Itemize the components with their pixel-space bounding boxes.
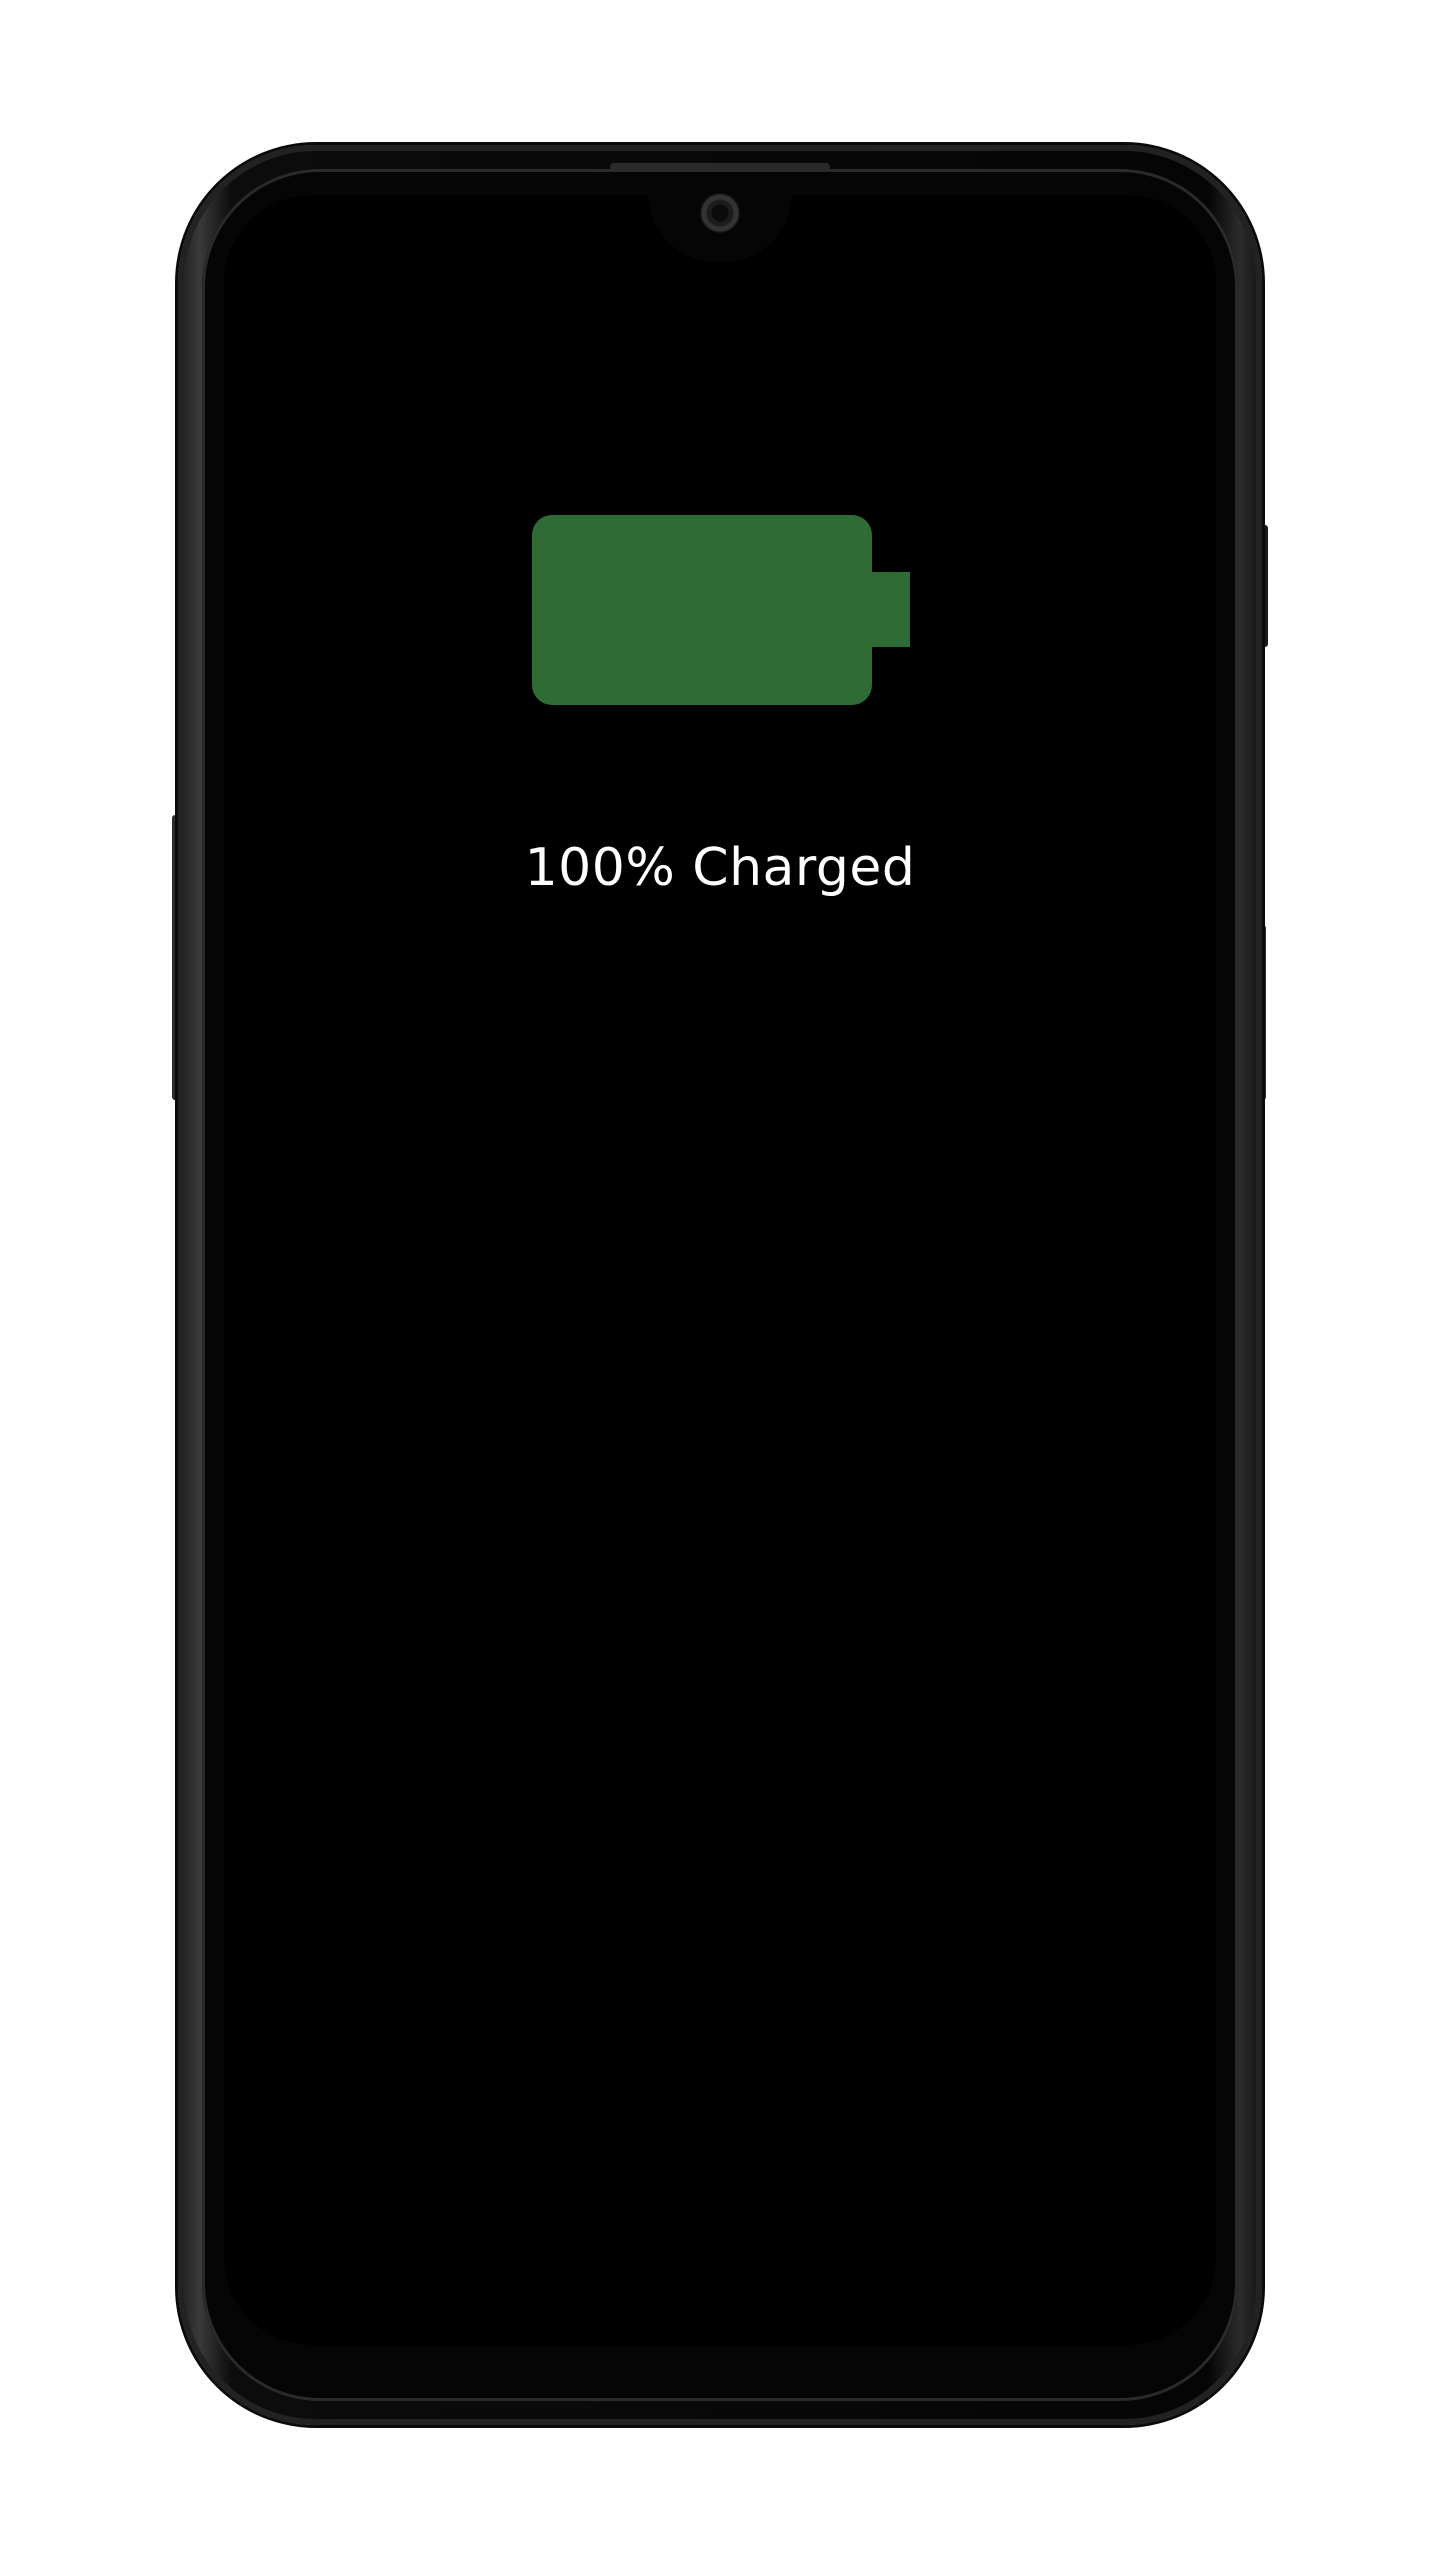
canvas: 100% Charged [0, 0, 1440, 2560]
earpiece-speaker [610, 163, 830, 171]
battery-full-icon [532, 515, 910, 705]
battery-body [532, 515, 872, 705]
charge-status-label: 100% Charged [524, 838, 916, 898]
battery-terminal [872, 572, 910, 647]
phone-frame [178, 145, 1262, 2425]
front-camera-icon [700, 193, 740, 233]
